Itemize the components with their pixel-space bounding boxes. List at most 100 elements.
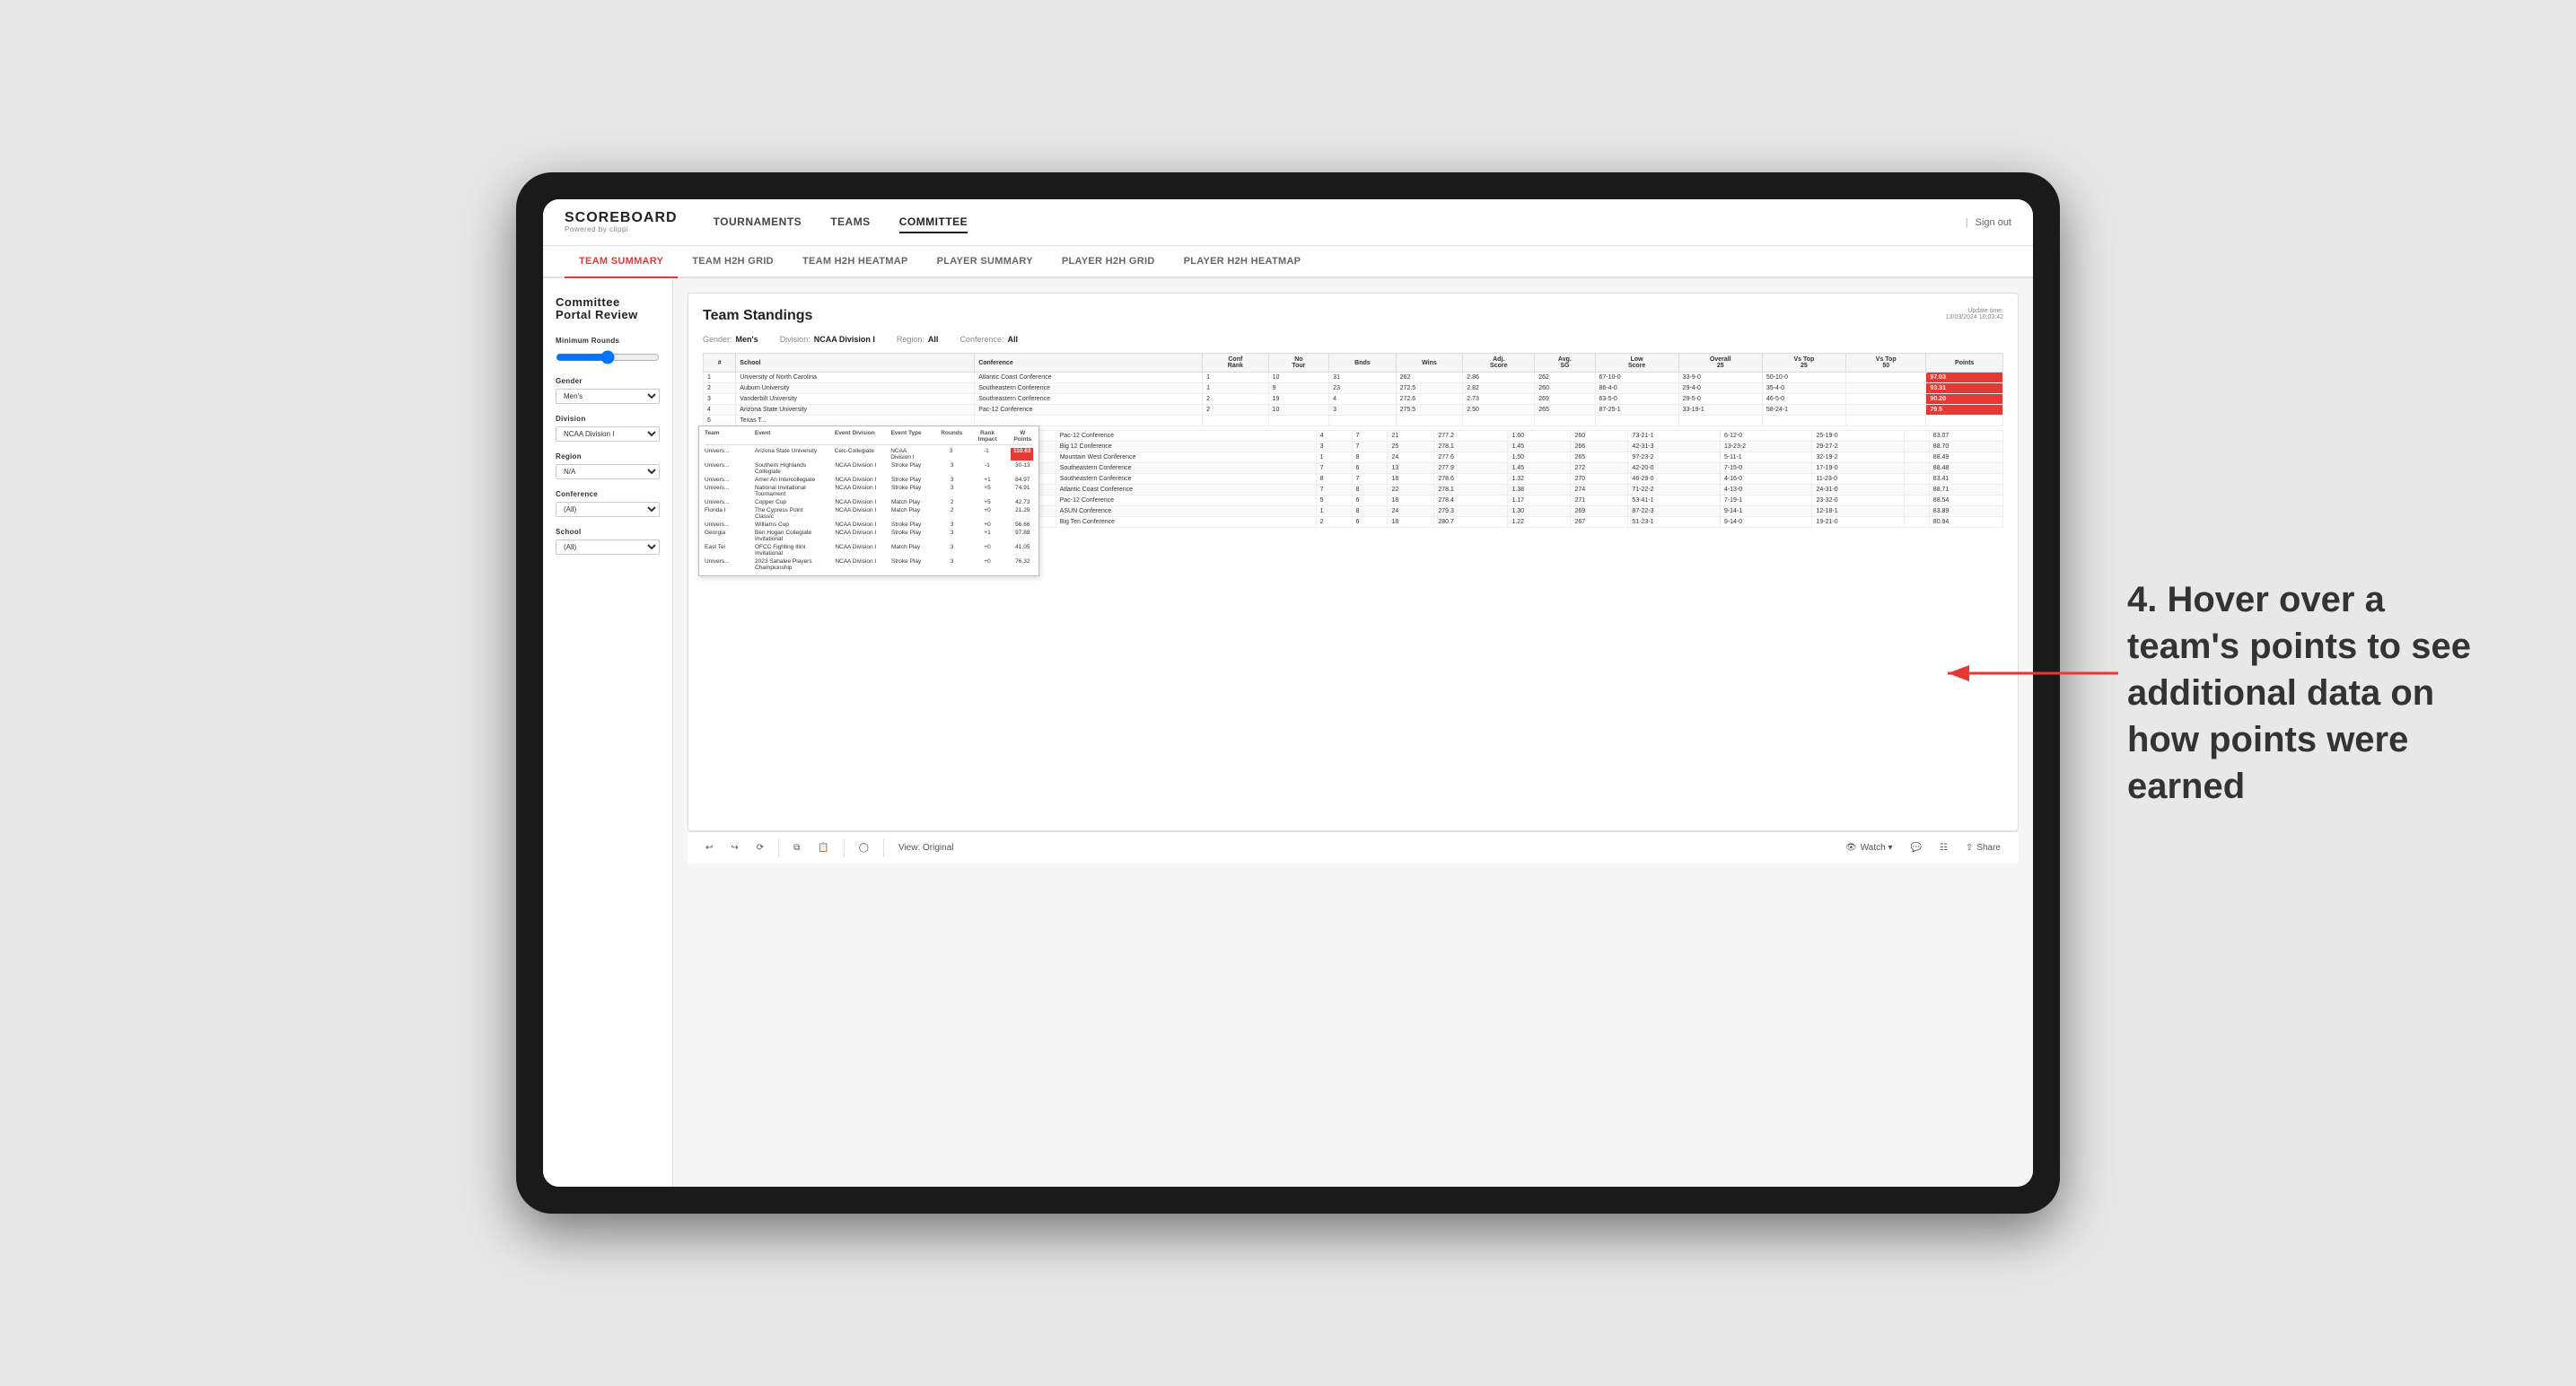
outer-background: SCOREBOARD Powered by clippi TOURNAMENTS… xyxy=(0,0,2576,1386)
filter-region-value: All xyxy=(928,335,939,344)
sidebar-label-gender: Gender xyxy=(556,377,660,385)
col-overall: Overall25 xyxy=(1678,354,1762,373)
report-header: Team Standings Update time: 13/03/2024 1… xyxy=(703,308,2003,324)
school-select[interactable]: (All) xyxy=(556,539,660,555)
report-title: Team Standings xyxy=(703,308,812,324)
tab-team-summary[interactable]: TEAM SUMMARY xyxy=(565,246,678,278)
popup-row: Univers... Amer An Intercollegiate NCAA … xyxy=(705,476,1033,484)
col-no-tour: NoTour xyxy=(1268,354,1329,373)
redo-button[interactable]: ↪ xyxy=(727,841,741,855)
top-nav: SCOREBOARD Powered by clippi TOURNAMENTS… xyxy=(543,199,2033,246)
col-conference: Conference xyxy=(975,354,1203,373)
tab-team-h2h-heatmap[interactable]: TEAM H2H HEATMAP xyxy=(788,246,923,278)
report-card: Team Standings Update time: 13/03/2024 1… xyxy=(688,293,2019,831)
app-logo-sub: Powered by clippi xyxy=(565,225,678,233)
filter-gender: Gender: Men's xyxy=(703,335,758,344)
filter-row: Gender: Men's Division: NCAA Division I … xyxy=(703,335,2003,344)
sidebar-section-school: School (All) xyxy=(556,528,660,555)
table-row: 4 Arizona State University Pac-12 Confer… xyxy=(704,405,2003,416)
filter-region-label: Region: xyxy=(897,335,924,344)
toolbar-separator-2 xyxy=(844,839,845,857)
sidebar-label-school: School xyxy=(556,528,660,536)
min-rounds-slider[interactable] xyxy=(556,350,660,364)
view-original-button[interactable]: View: Original xyxy=(895,841,958,855)
table-row: 5 Texas T... xyxy=(704,416,2003,426)
tab-player-h2h-grid[interactable]: PLAYER H2H GRID xyxy=(1047,246,1170,278)
sign-out-sep: | xyxy=(1966,217,1968,228)
nav-committee[interactable]: COMMITTEE xyxy=(899,212,968,233)
annotation-text: 4. Hover over a team's points to see add… xyxy=(2127,576,2504,810)
undo-button[interactable]: ↩ xyxy=(702,841,716,855)
filter-gender-label: Gender: xyxy=(703,335,732,344)
tab-player-summary[interactable]: PLAYER SUMMARY xyxy=(923,246,1047,278)
filter-conference-value: All xyxy=(1007,335,1018,344)
points-cell-1[interactable]: 97.03 xyxy=(1926,373,2003,383)
popup-row: Georgia Ben Hogan Collegiate Invitationa… xyxy=(705,529,1033,543)
table-row: 1 University of North Carolina Atlantic … xyxy=(704,373,2003,383)
col-wins: Wins xyxy=(1396,354,1463,373)
app-logo: SCOREBOARD xyxy=(565,211,678,225)
popup-row: Univers... Copper Cup NCAA Division I Ma… xyxy=(705,498,1033,506)
sign-out-button[interactable]: Sign out xyxy=(1976,217,2011,228)
filter-conference: Conference: All xyxy=(959,335,1018,344)
bottom-toolbar: ↩ ↪ ⟳ ⧉ 📋 ◯ View: Original 👁 Watch ▾ 💬 xyxy=(688,831,2019,864)
popup-row: East Tei OFCC Fighting Illini Invitation… xyxy=(705,543,1033,557)
annotation-area: 4. Hover over a team's points to see add… xyxy=(2127,576,2504,810)
main-nav: TOURNAMENTS TEAMS COMMITTEE xyxy=(714,212,1966,233)
comment-button[interactable]: 💬 xyxy=(1907,841,1925,855)
col-adj-score: Adj.Score xyxy=(1463,354,1535,373)
layout-button[interactable]: ☷ xyxy=(1936,841,1951,855)
popup-row: Florida I The Cypress Point Classic NCAA… xyxy=(705,506,1033,521)
col-avg-sg: Avg.SG xyxy=(1535,354,1595,373)
col-bnds: Bnds xyxy=(1329,354,1396,373)
clock-button[interactable]: ◯ xyxy=(855,841,872,855)
hover-tooltip-popup: Team Event Event Division Event Type Rou… xyxy=(698,425,1039,576)
watch-button[interactable]: 👁 Watch ▾ xyxy=(1842,841,1896,855)
copy-button[interactable]: ⧉ xyxy=(790,841,803,855)
popup-row: Univers... 2023 Sahalee Players Champion… xyxy=(705,557,1033,572)
gender-select[interactable]: Men's Women's xyxy=(556,389,660,404)
tab-player-h2h-heatmap[interactable]: PLAYER H2H HEATMAP xyxy=(1170,246,1316,278)
refresh-button[interactable]: ⟳ xyxy=(753,841,767,855)
sidebar-section-region: Region N/A East West xyxy=(556,452,660,479)
conference-select[interactable]: (All) xyxy=(556,502,660,517)
col-rank: # xyxy=(704,354,736,373)
toolbar-right: 👁 Watch ▾ 💬 ☷ ⇧ Share xyxy=(1842,841,2004,855)
col-conf-rank: ConfRank xyxy=(1203,354,1268,373)
popup-row: Univers... Southern Highlands Collegiate… xyxy=(705,461,1033,476)
paste-button[interactable]: 📋 xyxy=(814,841,832,855)
col-vs-top-50: Vs Top50 xyxy=(1845,354,1925,373)
main-content: CommitteePortal Review Minimum Rounds Ge… xyxy=(543,278,2033,1187)
update-time: Update time: 13/03/2024 10:03:42 xyxy=(1946,308,2003,320)
col-points: Points xyxy=(1926,354,2003,373)
toolbar-separator xyxy=(778,839,779,857)
tablet-frame: SCOREBOARD Powered by clippi TOURNAMENTS… xyxy=(516,172,2060,1214)
sidebar-label-region: Region xyxy=(556,452,660,461)
nav-tournaments[interactable]: TOURNAMENTS xyxy=(714,212,802,233)
filter-region: Region: All xyxy=(897,335,939,344)
sidebar-label-conference: Conference xyxy=(556,490,660,498)
region-select[interactable]: N/A East West xyxy=(556,464,660,479)
logo-area: SCOREBOARD Powered by clippi xyxy=(565,211,678,233)
standings-table: # School Conference ConfRank NoTour Bnds… xyxy=(703,353,2003,426)
table-row: 3 Vanderbilt University Southeastern Con… xyxy=(704,394,2003,405)
sidebar-section-division: Division NCAA Division I NCAA Division I… xyxy=(556,415,660,442)
sidebar-label-division: Division xyxy=(556,415,660,423)
tablet-screen: SCOREBOARD Powered by clippi TOURNAMENTS… xyxy=(543,199,2033,1187)
sidebar-section-gender: Gender Men's Women's xyxy=(556,377,660,404)
sidebar-title: CommitteePortal Review xyxy=(556,296,660,322)
share-button[interactable]: ⇧ Share xyxy=(1962,841,2004,855)
division-select[interactable]: NCAA Division I NCAA Division II NCAA Di… xyxy=(556,426,660,442)
nav-teams[interactable]: TEAMS xyxy=(830,212,871,233)
filter-gender-value: Men's xyxy=(736,335,758,344)
popup-row: Univers... Arizona State University Celc… xyxy=(705,447,1033,461)
popup-row: Univers... National Invitational Tournam… xyxy=(705,484,1033,498)
filter-division-value: NCAA Division I xyxy=(814,335,875,344)
tab-team-h2h-grid[interactable]: TEAM H2H GRID xyxy=(678,246,788,278)
col-vs-top-25: Vs Top25 xyxy=(1762,354,1845,373)
popup-header: Team Event Event Division Event Type Rou… xyxy=(705,430,1033,445)
col-low-score: LowScore xyxy=(1595,354,1678,373)
filter-division: Division: NCAA Division I xyxy=(780,335,875,344)
table-row: 2 Auburn University Southeastern Confere… xyxy=(704,383,2003,394)
report-area: Team Standings Update time: 13/03/2024 1… xyxy=(673,278,2033,1187)
